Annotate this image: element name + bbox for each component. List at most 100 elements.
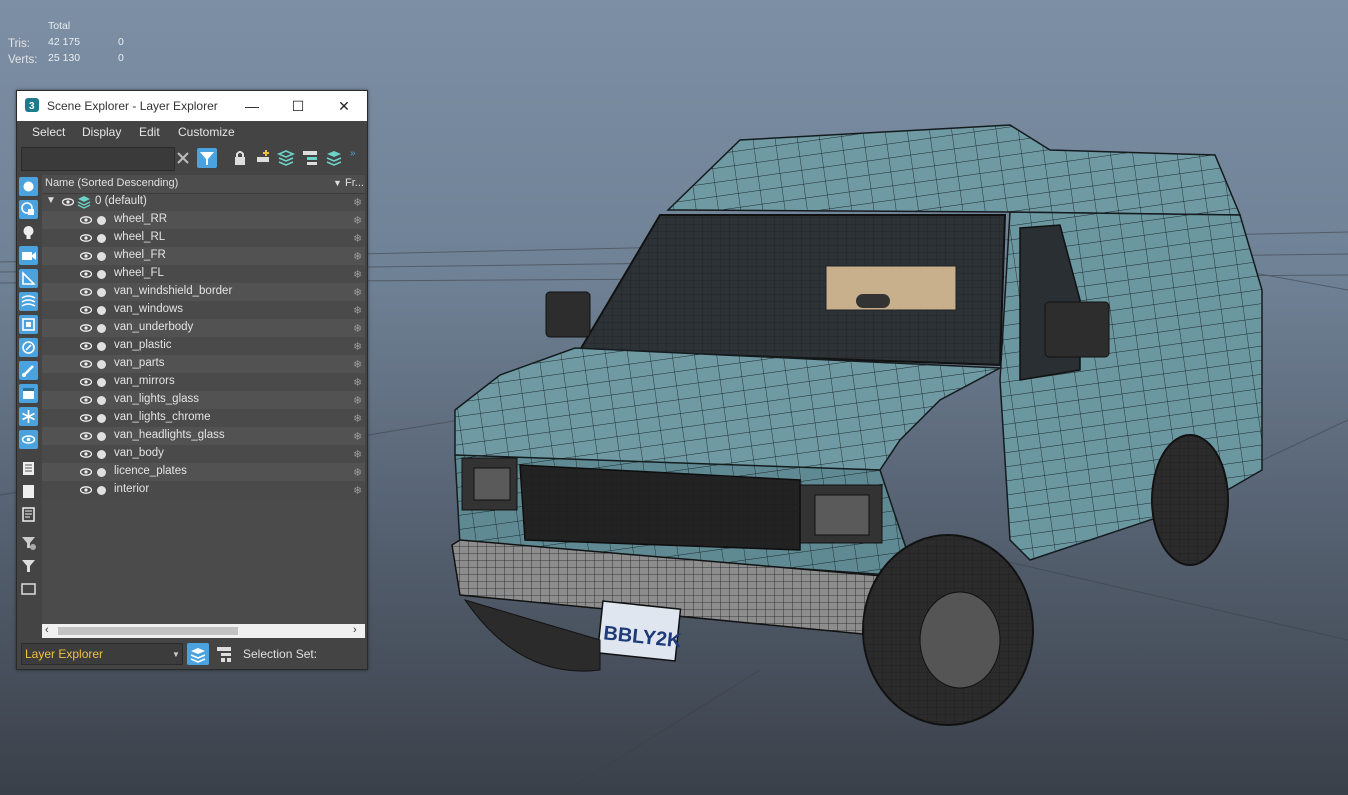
containers-filter-icon[interactable] [19,384,38,403]
filter-settings-icon[interactable] [19,533,38,552]
hierarchy-icon[interactable] [300,148,320,168]
helpers-filter-icon[interactable] [19,269,38,288]
visibility-eye-icon[interactable] [80,252,92,260]
freeze-snowflake-icon[interactable]: ❄ [353,196,362,209]
layer-row[interactable]: wheel_RR ❄ [42,211,365,229]
visibility-eye-icon[interactable] [80,396,92,404]
visibility-eye-icon[interactable] [80,234,92,242]
add-to-layer-icon[interactable] [276,148,296,168]
renderable-dot-icon[interactable] [97,360,106,369]
layer-row[interactable]: van_lights_chrome ❄ [42,409,365,427]
renderable-dot-icon[interactable] [97,288,106,297]
frozen-filter-icon[interactable] [19,407,38,426]
renderable-dot-icon[interactable] [97,306,106,315]
display-all-icon[interactable] [19,459,38,478]
layer-row[interactable]: van_underbody ❄ [42,319,365,337]
freeze-snowflake-icon[interactable]: ❄ [353,286,362,299]
renderable-dot-icon[interactable] [97,450,106,459]
window-titlebar[interactable]: 3 Scene Explorer - Layer Explorer — ☐ ✕ [17,91,367,121]
scroll-right-icon[interactable]: › [353,624,357,636]
bones-filter-icon[interactable] [19,361,38,380]
search-input[interactable] [21,147,175,171]
display-none-icon[interactable] [19,482,38,501]
freeze-snowflake-icon[interactable]: ❄ [353,376,362,389]
renderable-dot-icon[interactable] [97,414,106,423]
minimize-button[interactable]: — [229,91,275,121]
sort-by-layer-icon[interactable] [187,643,209,665]
sort-by-hierarchy-icon[interactable] [213,643,235,665]
freeze-snowflake-icon[interactable]: ❄ [353,250,362,263]
geometry-filter-icon[interactable] [19,177,38,196]
visibility-eye-icon[interactable] [80,360,92,368]
visibility-eye-icon[interactable] [80,270,92,278]
visibility-eye-icon[interactable] [80,414,92,422]
layer-row[interactable]: van_headlights_glass ❄ [42,427,365,445]
layer-row[interactable]: interior ❄ [42,481,365,499]
lock-icon[interactable] [230,148,250,168]
lights-filter-icon[interactable] [19,223,38,242]
renderable-dot-icon[interactable] [97,216,106,225]
layer-row[interactable]: van_windows ❄ [42,301,365,319]
maximize-button[interactable]: ☐ [275,91,321,121]
hidden-filter-icon[interactable] [19,430,38,449]
invert-display-icon[interactable] [19,505,38,524]
cameras-filter-icon[interactable] [19,246,38,265]
renderable-dot-icon[interactable] [97,486,106,495]
collapse-arrow-icon[interactable]: ▼ [46,195,56,206]
menu-select[interactable]: Select [32,125,65,139]
layer-row[interactable]: van_lights_glass ❄ [42,391,365,409]
renderable-dot-icon[interactable] [97,234,106,243]
visibility-eye-icon[interactable] [80,216,92,224]
explorer-type-dropdown[interactable]: Layer Explorer ▼ [21,643,183,665]
selection-window-icon[interactable] [19,579,38,598]
filter-toggle-icon[interactable] [197,148,217,168]
freeze-snowflake-icon[interactable]: ❄ [353,430,362,443]
visibility-eye-icon[interactable] [80,306,92,314]
freeze-snowflake-icon[interactable]: ❄ [353,340,362,353]
layer-row[interactable]: wheel_RL ❄ [42,229,365,247]
layer-row[interactable]: licence_plates ❄ [42,463,365,481]
freeze-snowflake-icon[interactable]: ❄ [353,268,362,281]
layer-row[interactable]: van_windshield_border ❄ [42,283,365,301]
layer-row[interactable]: van_parts ❄ [42,355,365,373]
freeze-snowflake-icon[interactable]: ❄ [353,412,362,425]
visibility-eye-icon[interactable] [80,378,92,386]
freeze-snowflake-icon[interactable]: ❄ [353,214,362,227]
groups-filter-icon[interactable] [19,315,38,334]
layer-row[interactable]: van_body ❄ [42,445,365,463]
layer-row[interactable]: wheel_FL ❄ [42,265,365,283]
menu-edit[interactable]: Edit [139,125,160,139]
scrollbar-thumb[interactable] [58,627,238,635]
layer-row[interactable]: van_plastic ❄ [42,337,365,355]
renderable-dot-icon[interactable] [97,396,106,405]
visibility-eye-icon[interactable] [80,468,92,476]
freeze-snowflake-icon[interactable]: ❄ [353,358,362,371]
renderable-dot-icon[interactable] [97,270,106,279]
shapes-filter-icon[interactable] [19,200,38,219]
visibility-eye-icon[interactable] [80,450,92,458]
column-name-header[interactable]: Name (Sorted Descending) [45,177,178,189]
freeze-snowflake-icon[interactable]: ❄ [353,394,362,407]
filter-icon[interactable] [19,556,38,575]
visibility-eye-icon[interactable] [62,198,74,206]
layers-stack-icon[interactable] [324,148,344,168]
column-frozen-header[interactable]: Fr... [345,177,364,189]
layer-row[interactable]: wheel_FR ❄ [42,247,365,265]
renderable-dot-icon[interactable] [97,252,106,261]
renderable-dot-icon[interactable] [97,468,106,477]
horizontal-scrollbar[interactable]: ‹ › [42,624,365,638]
clear-search-icon[interactable] [173,148,193,168]
create-layer-icon[interactable] [253,148,273,168]
freeze-snowflake-icon[interactable]: ❄ [353,466,362,479]
renderable-dot-icon[interactable] [97,432,106,441]
visibility-eye-icon[interactable] [80,432,92,440]
visibility-eye-icon[interactable] [80,486,92,494]
freeze-snowflake-icon[interactable]: ❄ [353,322,362,335]
sort-arrow-icon[interactable]: ▼ [333,178,342,188]
freeze-snowflake-icon[interactable]: ❄ [353,484,362,497]
layer-row-default[interactable]: ▼ 0 (default) ❄ [42,193,365,211]
visibility-eye-icon[interactable] [80,324,92,332]
renderable-dot-icon[interactable] [97,342,106,351]
freeze-snowflake-icon[interactable]: ❄ [353,448,362,461]
space-warps-filter-icon[interactable] [19,292,38,311]
